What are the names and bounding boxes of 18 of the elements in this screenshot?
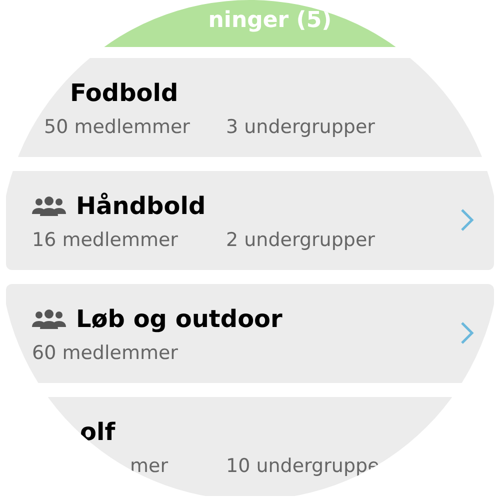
subgroup-count: 3 undergrupper <box>226 118 375 136</box>
group-card[interactable]: Håndbold 16 medlemmer 2 undergrupper <box>6 171 494 270</box>
group-name: Håndbold <box>76 194 206 218</box>
header-title: ninger (5) <box>208 10 332 32</box>
group-card[interactable]: Løb og outdoor 60 medlemmer <box>6 284 494 383</box>
group-name: olf <box>80 420 116 444</box>
chevron-right-icon <box>460 321 474 345</box>
subgroup-count: 10 undergruppe <box>226 456 380 476</box>
chevron-right-icon <box>460 208 474 232</box>
member-count: 16 medlemmer <box>32 230 179 250</box>
member-count: 50 medlemmer <box>44 118 191 136</box>
group-name: Fodbold <box>70 81 178 105</box>
member-count: mer <box>130 456 170 476</box>
people-group-icon <box>32 196 66 216</box>
group-name: Løb og outdoor <box>76 307 282 331</box>
people-group-icon <box>32 309 66 329</box>
subgroup-count: 2 undergrupper <box>226 230 375 250</box>
member-count: 60 medlemmer <box>32 344 178 362</box>
